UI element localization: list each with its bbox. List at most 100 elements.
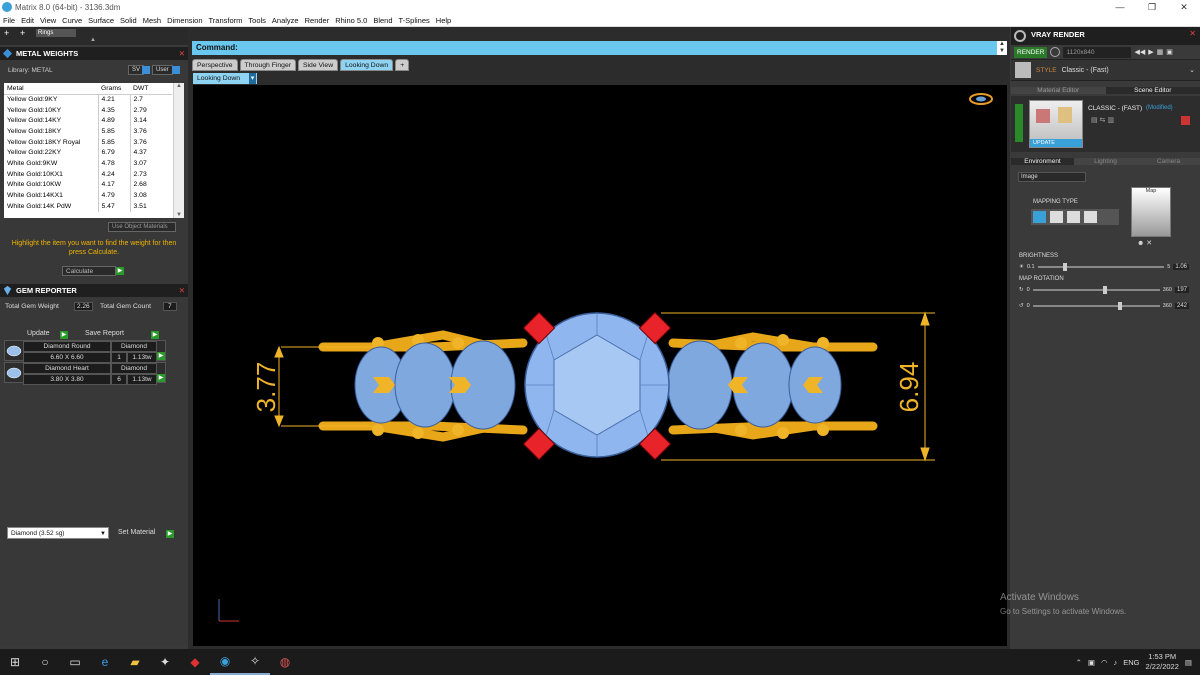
- command-scroll[interactable]: ▲ ▼: [997, 41, 1007, 55]
- map-type-sphere-icon[interactable]: [1067, 211, 1080, 223]
- tab-environment[interactable]: Environment: [1011, 158, 1074, 165]
- rotation2-slider[interactable]: [1032, 302, 1160, 310]
- clock[interactable]: 1:53 PM 2/22/2022: [1146, 652, 1179, 672]
- render-settings-icon[interactable]: [1050, 47, 1061, 57]
- menu-blend[interactable]: Blend: [373, 16, 392, 25]
- tab-through-finger[interactable]: Through Finger: [239, 59, 296, 71]
- tab-scene-editor[interactable]: Scene Editor: [1105, 87, 1200, 94]
- preset-tools-icons[interactable]: ▤ ⇆ ▥: [1091, 116, 1114, 124]
- rotation2-thumb[interactable]: [1117, 302, 1122, 310]
- table-row[interactable]: Yellow Gold:9KY 4.21 2.7: [4, 94, 172, 105]
- gem-row-heart[interactable]: Diamond Heart Diamond 3.80 X 3.80 6 1.13tw …: [4, 362, 166, 385]
- menu-transform[interactable]: Transform: [209, 16, 243, 25]
- menu-surface[interactable]: Surface: [88, 16, 114, 25]
- view-dropdown[interactable]: Looking Down ▾: [193, 73, 257, 84]
- material-select[interactable]: Diamond (3.52 sg) ▼: [7, 527, 109, 539]
- calculate-field[interactable]: Calculate: [62, 266, 116, 276]
- viewport-looking-down[interactable]: 3.77 6.94: [193, 85, 1007, 646]
- app-red-icon[interactable]: ◆: [180, 649, 210, 675]
- close-window-button[interactable]: ✕: [1168, 2, 1200, 13]
- task-view-icon[interactable]: ▭: [60, 649, 90, 675]
- minimize-button[interactable]: —: [1104, 2, 1136, 13]
- table-row[interactable]: White Gold:10KW 4.17 2.68: [4, 179, 172, 191]
- tab-perspective[interactable]: Perspective: [192, 59, 238, 71]
- map-type-dome-icon[interactable]: [1084, 211, 1097, 223]
- column-header-dwt[interactable]: DWT: [130, 83, 172, 95]
- prev-icon[interactable]: ◀◀: [1134, 48, 1145, 56]
- column-header-grams[interactable]: Grams: [98, 83, 130, 95]
- add-secondary-icon[interactable]: +: [20, 28, 25, 38]
- menu-tools[interactable]: Tools: [248, 16, 266, 25]
- rotation1-slider[interactable]: [1032, 286, 1160, 294]
- table-row[interactable]: White Gold:14K PdW 5.47 3.51: [4, 200, 172, 212]
- gem-row-round[interactable]: Diamond Round Diamond 6.60 X 6.60 1 1.13tw …: [4, 340, 166, 363]
- user-toggle-icon[interactable]: [172, 66, 180, 74]
- gem-row-round-button[interactable]: ▶: [157, 352, 165, 360]
- brightness-slider[interactable]: [1037, 263, 1165, 271]
- menu-file[interactable]: File: [3, 16, 15, 25]
- metal-table-scrollbar[interactable]: ▲ ▼: [173, 83, 184, 218]
- close-vray-icon[interactable]: ✕: [1189, 29, 1196, 38]
- close-gem-panel-icon[interactable]: ✕: [179, 284, 185, 297]
- play-icon[interactable]: ▶: [1148, 48, 1153, 56]
- update-button[interactable]: ▶: [60, 331, 68, 339]
- capture-icon[interactable]: ▣: [1166, 48, 1173, 56]
- table-row[interactable]: White Gold:10KX1 4.24 2.73: [4, 168, 172, 180]
- rhino-app-icon[interactable]: ✧: [240, 649, 270, 675]
- gem-row-heart-button[interactable]: ▶: [157, 374, 165, 382]
- menu-render[interactable]: Render: [305, 16, 330, 25]
- menu-curve[interactable]: Curve: [62, 16, 82, 25]
- menu-view[interactable]: View: [40, 16, 56, 25]
- brightness-value[interactable]: 1.06: [1173, 264, 1189, 270]
- sv-toggle-icon[interactable]: [142, 66, 150, 74]
- menu-edit[interactable]: Edit: [21, 16, 34, 25]
- notifications-icon[interactable]: ▤: [1185, 658, 1192, 667]
- table-row[interactable]: White Gold:14KX1 4.79 3.08: [4, 190, 172, 201]
- calculate-button[interactable]: ▶: [116, 267, 124, 275]
- tab-looking-down[interactable]: Looking Down: [340, 59, 394, 71]
- volume-icon[interactable]: ♪: [1114, 658, 1118, 667]
- menu-t-splines[interactable]: T-Splines: [399, 16, 430, 25]
- map-type-cube-icon[interactable]: [1050, 211, 1063, 223]
- close-panel-icon[interactable]: ✕: [179, 47, 185, 60]
- rotation1-thumb[interactable]: [1102, 286, 1107, 294]
- brightness-thumb[interactable]: [1062, 263, 1067, 271]
- tab-material-editor[interactable]: Material Editor: [1011, 87, 1106, 94]
- collapse-icon[interactable]: ▲: [90, 37, 96, 43]
- preset-update-button[interactable]: UPDATE: [1030, 139, 1082, 147]
- table-row[interactable]: Yellow Gold:22KY 6.79 4.37: [4, 147, 172, 159]
- tab-side-view[interactable]: Side View: [298, 59, 339, 71]
- edge-browser-icon[interactable]: e: [90, 649, 120, 675]
- table-row[interactable]: White Gold:9KW 4.78 3.07: [4, 158, 172, 169]
- chrome-icon[interactable]: ◍: [270, 649, 300, 675]
- menu-analyze[interactable]: Analyze: [272, 16, 299, 25]
- language-indicator[interactable]: ENG: [1123, 658, 1139, 667]
- tray-chevron-icon[interactable]: ⌃: [1076, 658, 1082, 667]
- tab-camera[interactable]: Camera: [1137, 158, 1200, 165]
- ring-model-render[interactable]: 3.77 6.94: [193, 85, 1007, 646]
- map-preview[interactable]: Map: [1131, 187, 1171, 237]
- set-material-button[interactable]: ▶: [166, 530, 174, 538]
- render-button[interactable]: RENDER: [1014, 46, 1048, 58]
- view-gizmo-icon[interactable]: [969, 93, 993, 105]
- menu-help[interactable]: Help: [436, 16, 451, 25]
- map-options-icon[interactable]: ☻ ✕: [1137, 239, 1152, 247]
- table-row[interactable]: Yellow Gold:18KY Royal 5.85 3.76: [4, 136, 172, 148]
- app-bird-icon[interactable]: ✦: [150, 649, 180, 675]
- style-value[interactable]: Classic - (Fast): [1062, 67, 1109, 74]
- search-icon[interactable]: ○: [30, 649, 60, 675]
- column-header-metal[interactable]: Metal: [4, 83, 98, 95]
- map-type-flat-icon[interactable]: [1033, 211, 1046, 223]
- table-row[interactable]: Yellow Gold:10KY 4.35 2.79: [4, 104, 172, 116]
- table-row[interactable]: Yellow Gold:14KY 4.89 3.14: [4, 115, 172, 127]
- save-report-button[interactable]: ▶: [151, 331, 159, 339]
- add-view-tab-icon[interactable]: +: [395, 59, 410, 71]
- file-explorer-icon[interactable]: ▰: [120, 649, 150, 675]
- tab-lighting[interactable]: Lighting: [1074, 158, 1137, 165]
- rings-field[interactable]: Rings: [36, 29, 76, 37]
- menu-rhino-5-0[interactable]: Rhino 5.0: [335, 16, 367, 25]
- command-line[interactable]: Command:: [192, 41, 1007, 55]
- menu-mesh[interactable]: Mesh: [143, 16, 161, 25]
- resolution-field[interactable]: 1120x840: [1063, 46, 1132, 58]
- add-icon[interactable]: +: [4, 28, 9, 38]
